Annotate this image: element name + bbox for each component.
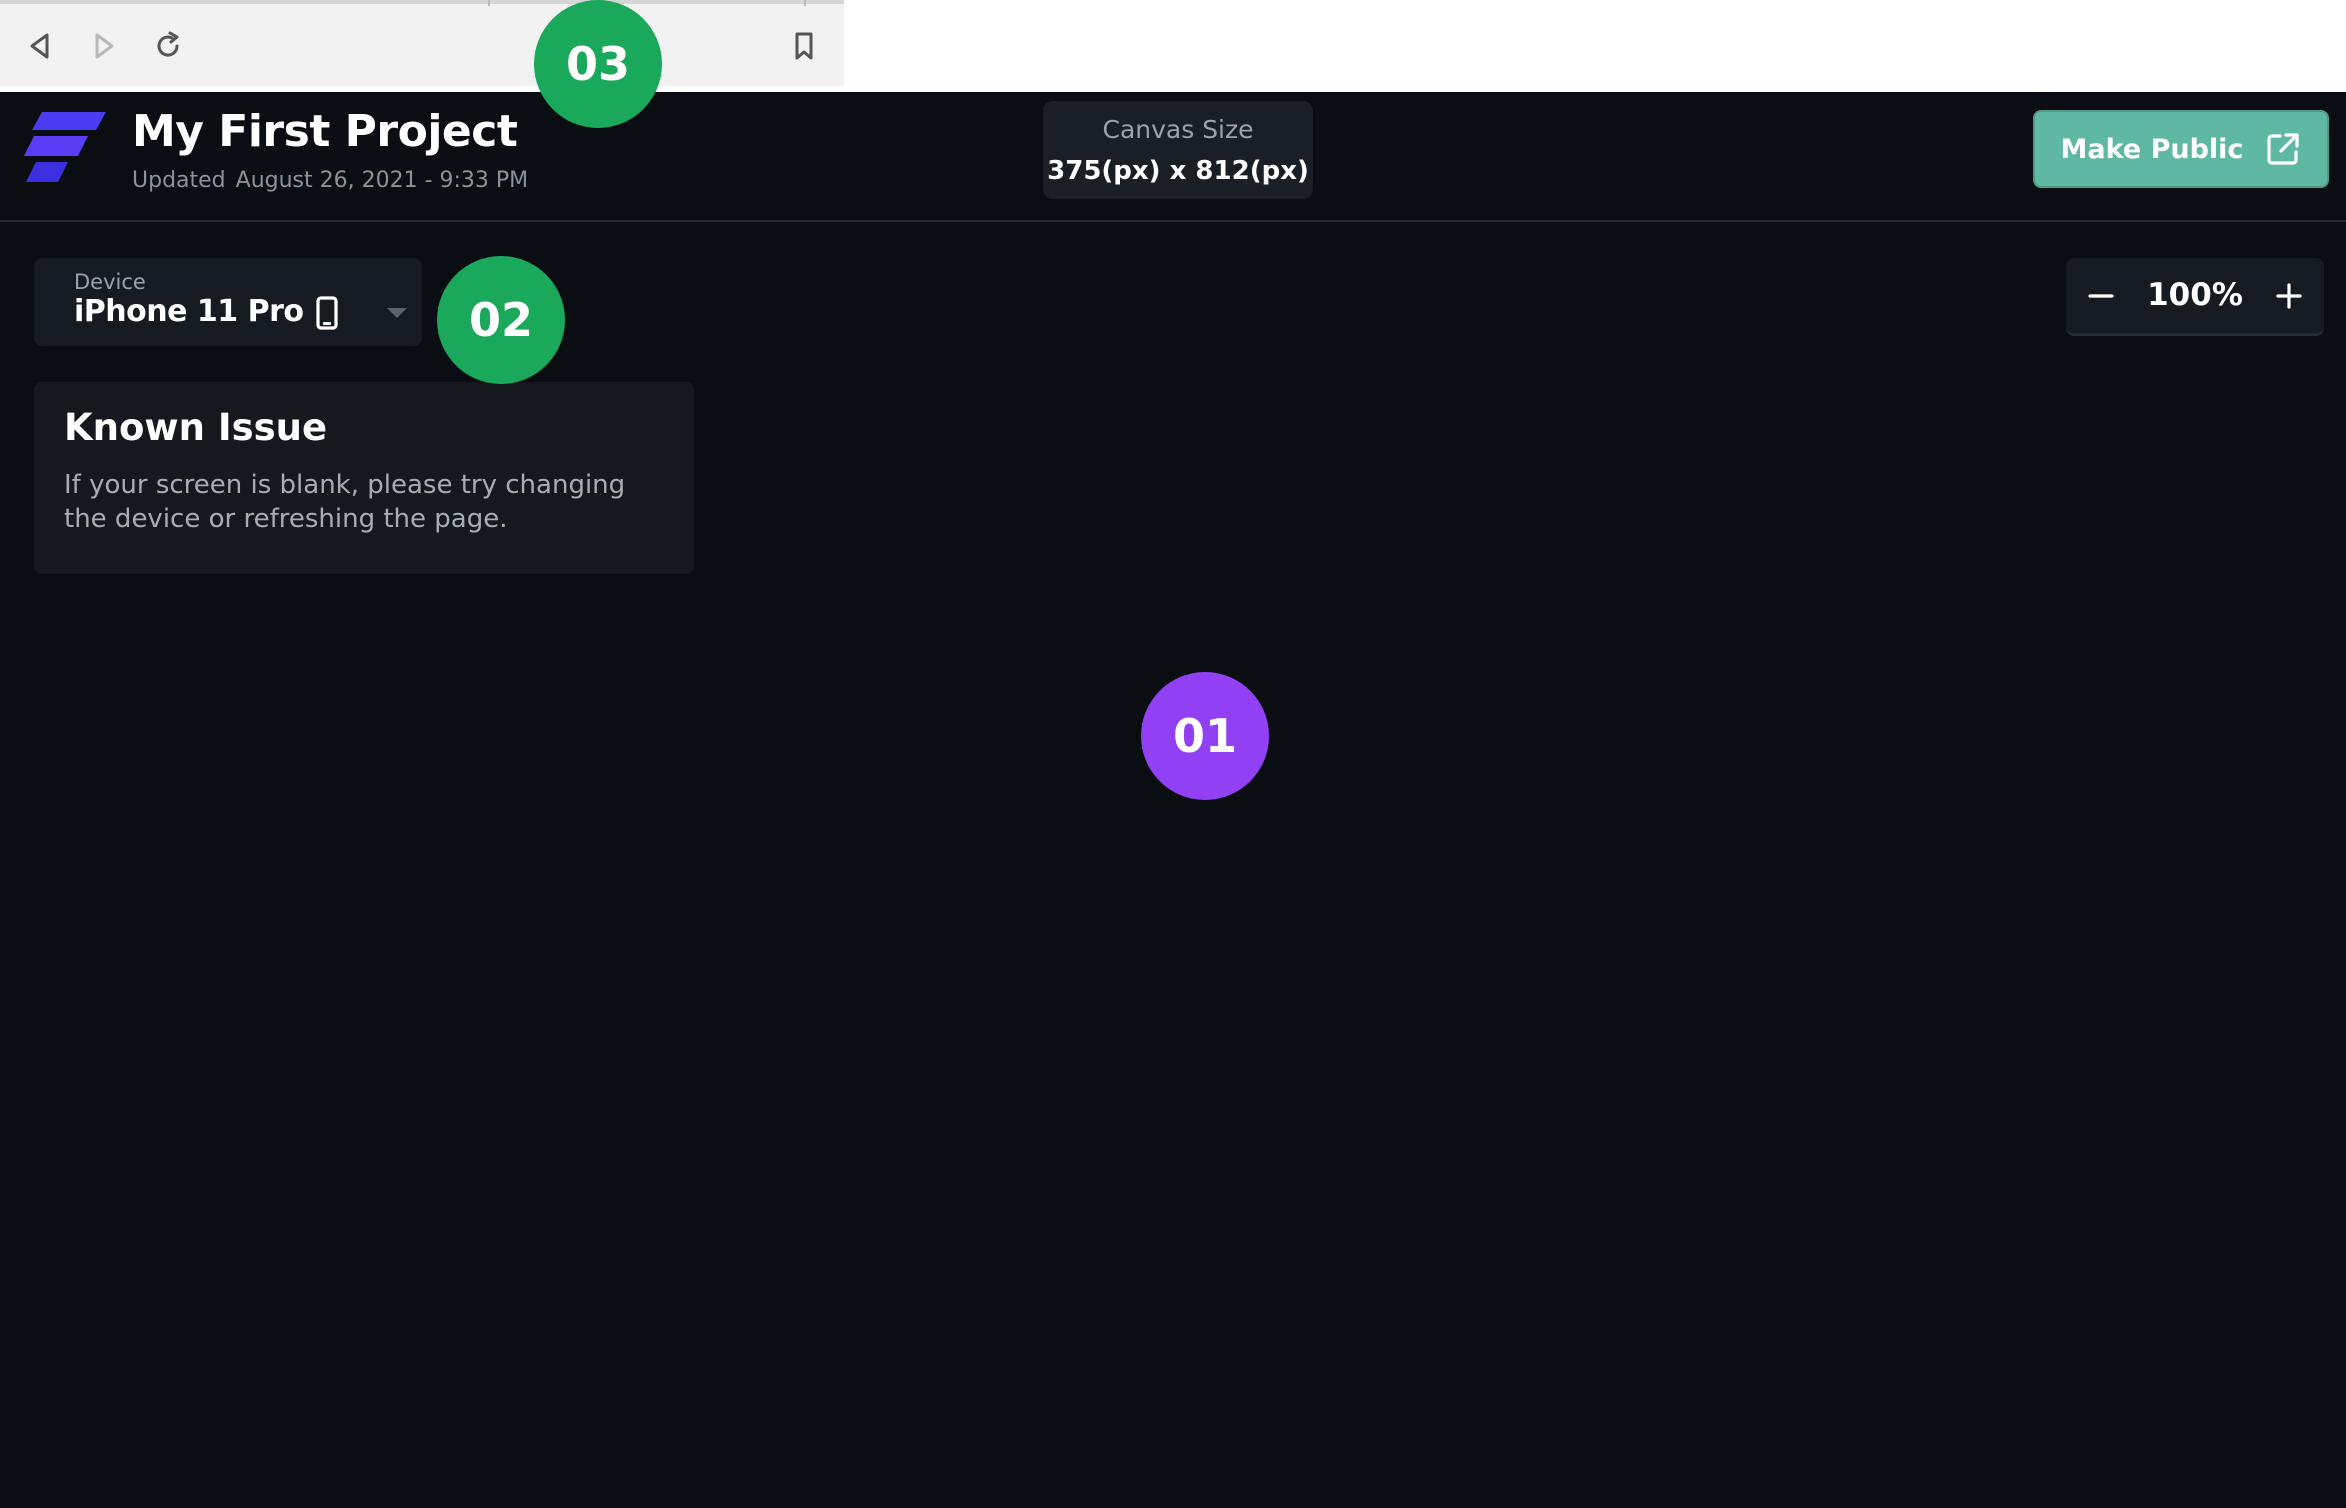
known-issue-card: Known Issue If your screen is blank, ple… [34,382,694,574]
known-issue-title: Known Issue [64,406,328,449]
browser-nav-strip [0,0,844,86]
back-button[interactable] [18,24,62,68]
reload-icon [157,31,179,57]
minus-icon [2088,294,2114,298]
known-issue-body: If your screen is blank, please try chan… [64,470,626,534]
forward-arrow-icon [95,33,114,59]
browser-toolbar [0,0,2346,92]
zoom-value: 100% [2147,277,2243,313]
app-logo[interactable] [22,108,106,190]
phone-icon [316,296,338,330]
make-public-button[interactable]: Make Public [2033,110,2329,188]
updated-timestamp: Updated August 26, 2021 - 9:33 PM [132,168,528,193]
app-header: My First Project Updated August 26, 2021 … [0,92,2346,222]
marker-02: 02 [437,256,565,384]
updated-label: Updated [132,168,226,193]
tab-separator [804,0,806,6]
zoom-out-button[interactable] [2066,258,2136,334]
make-public-label: Make Public [2060,133,2244,165]
device-label: Device [74,270,146,294]
zoom-in-button[interactable] [2254,258,2324,334]
canvas-size-panel: Canvas Size 375(px) x 812(px) [1043,101,1313,199]
marker-01: 01 [1141,672,1269,800]
back-arrow-icon [30,33,49,59]
device-value: iPhone 11 Pro [74,294,304,329]
external-link-icon [2267,133,2300,165]
chevron-down-icon [387,308,407,318]
project-title: My First Project [132,106,518,157]
reload-button[interactable] [146,24,190,68]
canvas-size-label: Canvas Size [1102,115,1254,144]
zoom-control: 100% [2066,258,2324,336]
plus-icon [2276,283,2302,309]
forward-button[interactable] [82,24,126,68]
device-selector[interactable]: Device iPhone 11 Pro [34,258,422,346]
updated-value: August 26, 2021 - 9:33 PM [235,168,529,193]
canvas-size-value: 375(px) x 812(px) [1047,156,1309,186]
bookmark-icon [795,32,813,60]
bookmark-button[interactable] [782,24,826,68]
tab-separator [488,0,490,6]
marker-03: 03 [534,0,662,128]
